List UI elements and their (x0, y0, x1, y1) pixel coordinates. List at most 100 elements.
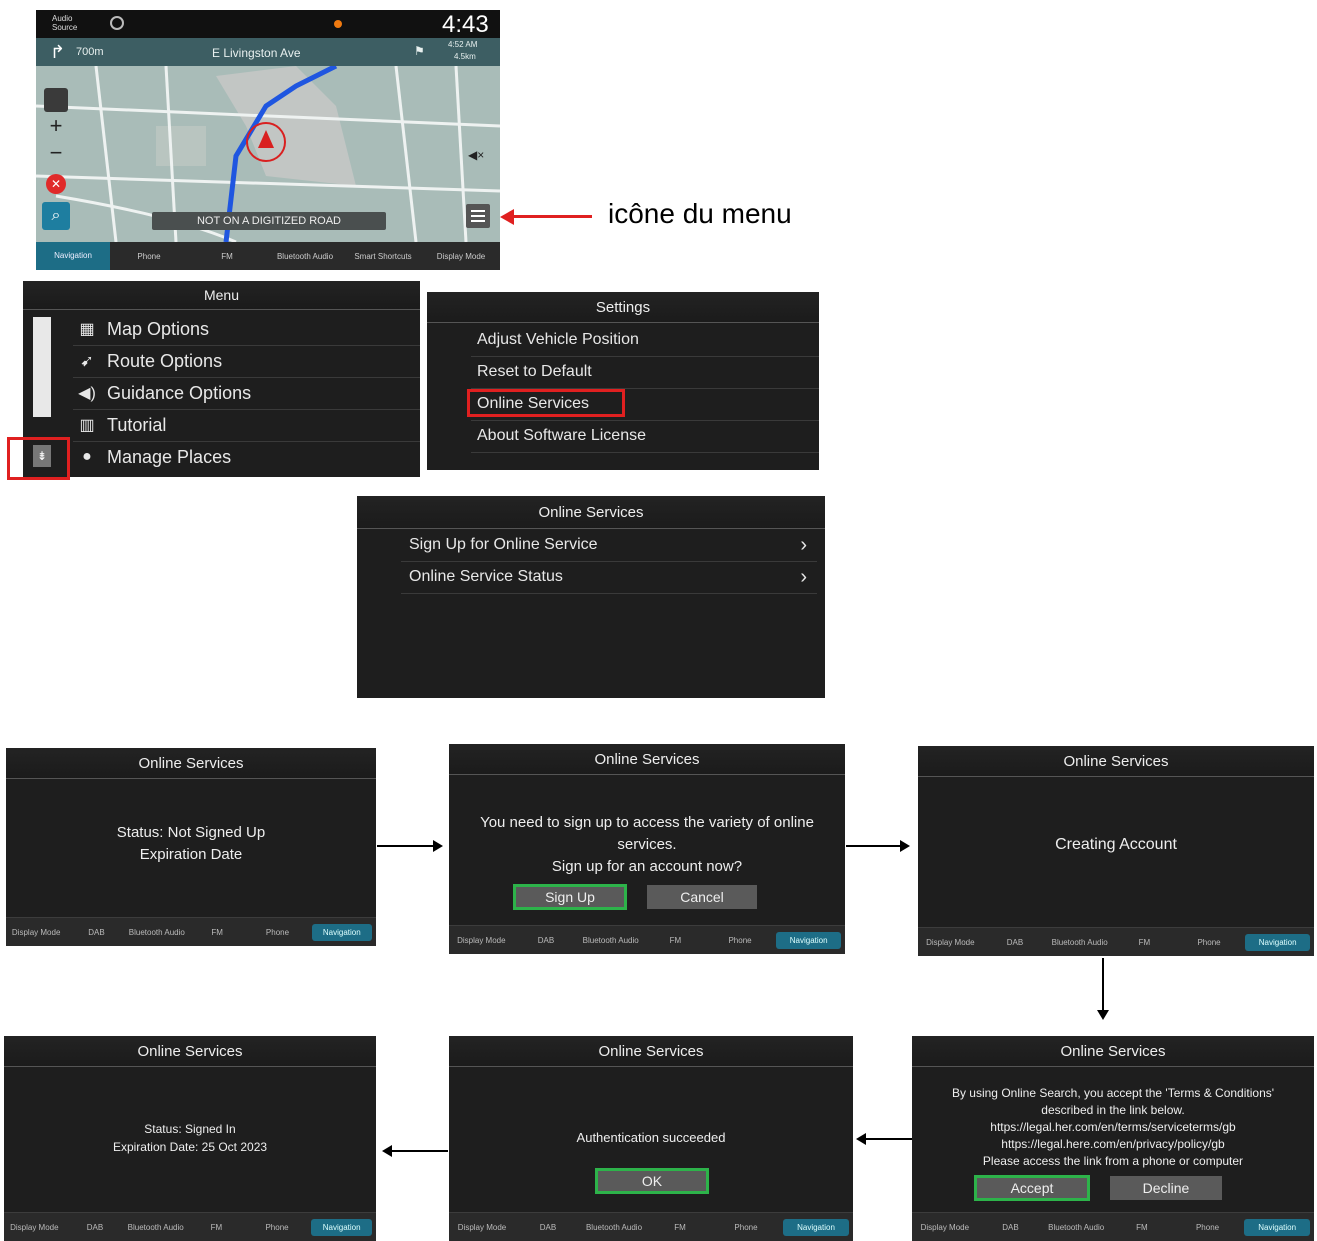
decline-button[interactable]: Decline (1110, 1176, 1222, 1200)
tab-navigation[interactable]: Navigation (311, 923, 372, 941)
menu-item-label: Guidance Options (107, 382, 252, 403)
search-button[interactable]: ⌕ (42, 202, 70, 230)
tab-navigation[interactable]: Navigation (1244, 1218, 1311, 1236)
tab-dab[interactable]: DAB (514, 936, 579, 945)
menu-item-manage-places[interactable]: ● Manage Places (73, 441, 420, 473)
list-item-sign-up[interactable]: Sign Up for Online Service › (401, 529, 817, 562)
destination-flag-icon: ⚑ (414, 44, 425, 58)
tab-phone[interactable]: Phone (247, 1223, 308, 1232)
tab-bluetooth-audio[interactable]: Bluetooth Audio (127, 928, 187, 937)
chevron-right-icon: › (800, 565, 807, 588)
screen-signed-in: Online Services Status: Signed In Expira… (4, 1036, 376, 1241)
settings-item-adjust-vehicle-position[interactable]: Adjust Vehicle Position (471, 324, 819, 357)
tab-fm[interactable]: FM (188, 252, 266, 261)
tab-navigation[interactable]: Navigation (1245, 933, 1311, 951)
tab-fm[interactable]: FM (186, 1223, 247, 1232)
navigation-screen: Audio Source 4:43 ↱ 700m E Livingston Av… (36, 10, 500, 270)
tab-display-mode[interactable]: Display Mode (449, 1223, 515, 1232)
tab-display-mode[interactable]: Display Mode (422, 252, 500, 261)
eta-distance: 4.5km (454, 52, 476, 61)
menu-icon[interactable] (466, 204, 490, 228)
speaker-icon: ◀) (78, 385, 96, 402)
menu-item-guidance-options[interactable]: ◀) Guidance Options (73, 377, 420, 410)
settings-item-about-software-license[interactable]: About Software License (471, 420, 819, 453)
book-icon: ▥ (79, 417, 95, 434)
tab-fm[interactable]: FM (1109, 1223, 1175, 1232)
tab-navigation[interactable]: Navigation (311, 1218, 373, 1236)
sign-up-button[interactable]: Sign Up (513, 884, 627, 910)
tab-smart-shortcuts[interactable]: Smart Shortcuts (344, 252, 422, 261)
tab-navigation[interactable]: Navigation (783, 1218, 849, 1236)
tab-navigation[interactable]: Navigation (776, 931, 842, 949)
tab-dab[interactable]: DAB (65, 1223, 126, 1232)
menu-screen: Menu ⇟ ▦ Map Options ➹ Route Options ◀) … (23, 281, 420, 477)
ok-button[interactable]: OK (595, 1168, 709, 1194)
road-banner: NOT ON A DIGITIZED ROAD (152, 212, 386, 230)
tab-display-mode[interactable]: Display Mode (4, 1223, 65, 1232)
accept-button[interactable]: Accept (974, 1175, 1090, 1201)
guidance-bar: ↱ 700m E Livingston Ave ⚑ 4:52 AM 4.5km (36, 38, 500, 66)
tab-dab[interactable]: DAB (515, 1223, 581, 1232)
tab-phone[interactable]: Phone (110, 252, 188, 261)
settings-item-label: About Software License (477, 427, 646, 444)
flow-arrow-head (1097, 1010, 1109, 1020)
list-item-service-status[interactable]: Online Service Status › (401, 561, 817, 594)
menu-title: Menu (23, 281, 420, 310)
menu-item-route-options[interactable]: ➹ Route Options (73, 345, 420, 378)
mute-icon[interactable]: ◀× (468, 148, 484, 162)
zoom-out-button[interactable]: − (44, 142, 68, 166)
tab-display-mode[interactable]: Display Mode (6, 928, 66, 937)
tab-display-mode[interactable]: Display Mode (449, 936, 514, 945)
compass-button[interactable] (44, 88, 68, 112)
tab-dab[interactable]: DAB (978, 1223, 1044, 1232)
eta-time: 4:52 AM (448, 40, 478, 49)
turn-right-icon: ↱ (50, 42, 66, 62)
flow-arrow (846, 845, 904, 847)
menu-scrollbar[interactable] (33, 317, 51, 417)
tab-phone[interactable]: Phone (1175, 1223, 1241, 1232)
prompt-line-3: Sign up for an account now? (551, 858, 743, 875)
menu-item-tutorial[interactable]: ▥ Tutorial (73, 409, 420, 442)
screen-signup-prompt: Online Services You need to sign up to a… (449, 744, 845, 954)
turn-distance: 700m (76, 46, 104, 58)
tab-bluetooth-audio[interactable]: Bluetooth Audio (125, 1223, 186, 1232)
terms-link-1[interactable]: https://legal.her.com/en/terms/servicete… (912, 1120, 1314, 1134)
tab-fm[interactable]: FM (647, 1223, 713, 1232)
tab-fm[interactable]: FM (1112, 938, 1177, 947)
person-icon: ● (82, 448, 92, 465)
flow-arrow-head (433, 840, 443, 852)
screen-title: Online Services (449, 744, 845, 775)
audio-source-label[interactable]: Audio Source (52, 14, 86, 32)
tab-bluetooth-audio[interactable]: Bluetooth Audio (578, 936, 643, 945)
flow-arrow-head (382, 1145, 392, 1157)
menu-item-label: Manage Places (107, 446, 232, 467)
tab-display-mode[interactable]: Display Mode (918, 938, 983, 947)
tab-phone[interactable]: Phone (1177, 938, 1242, 947)
status-bar: Audio Source 4:43 (36, 10, 500, 38)
tab-bluetooth-audio[interactable]: Bluetooth Audio (1043, 1223, 1109, 1232)
tab-phone[interactable]: Phone (247, 928, 307, 937)
tab-fm[interactable]: FM (187, 928, 247, 937)
tab-bluetooth-audio[interactable]: Bluetooth Audio (266, 252, 344, 261)
annotation-arrow-head (500, 209, 514, 225)
list-item-label: Online Service Status (409, 568, 563, 585)
authentication-text: Authentication succeeded (576, 1130, 726, 1145)
flow-arrow (392, 1150, 448, 1152)
tab-navigation[interactable]: Navigation (36, 242, 110, 270)
tab-phone[interactable]: Phone (708, 936, 773, 945)
tab-display-mode[interactable]: Display Mode (912, 1223, 978, 1232)
settings-item-reset-to-default[interactable]: Reset to Default (471, 356, 819, 389)
tab-fm[interactable]: FM (643, 936, 708, 945)
cancel-button[interactable]: Cancel (647, 885, 757, 909)
signed-in-expiration: Expiration Date: 25 Oct 2023 (112, 1140, 268, 1154)
tab-bluetooth-audio[interactable]: Bluetooth Audio (1047, 938, 1112, 947)
cancel-route-button[interactable]: ✕ (46, 174, 66, 194)
tab-bluetooth-audio[interactable]: Bluetooth Audio (581, 1223, 647, 1232)
tab-dab[interactable]: DAB (66, 928, 126, 937)
zoom-in-button[interactable]: + (44, 114, 68, 138)
menu-item-map-options[interactable]: ▦ Map Options (73, 313, 420, 346)
terms-link-2[interactable]: https://legal.here.com/en/privacy/policy… (912, 1137, 1314, 1151)
tab-dab[interactable]: DAB (983, 938, 1048, 947)
tab-phone[interactable]: Phone (713, 1223, 779, 1232)
map-icon: ▦ (79, 321, 95, 338)
